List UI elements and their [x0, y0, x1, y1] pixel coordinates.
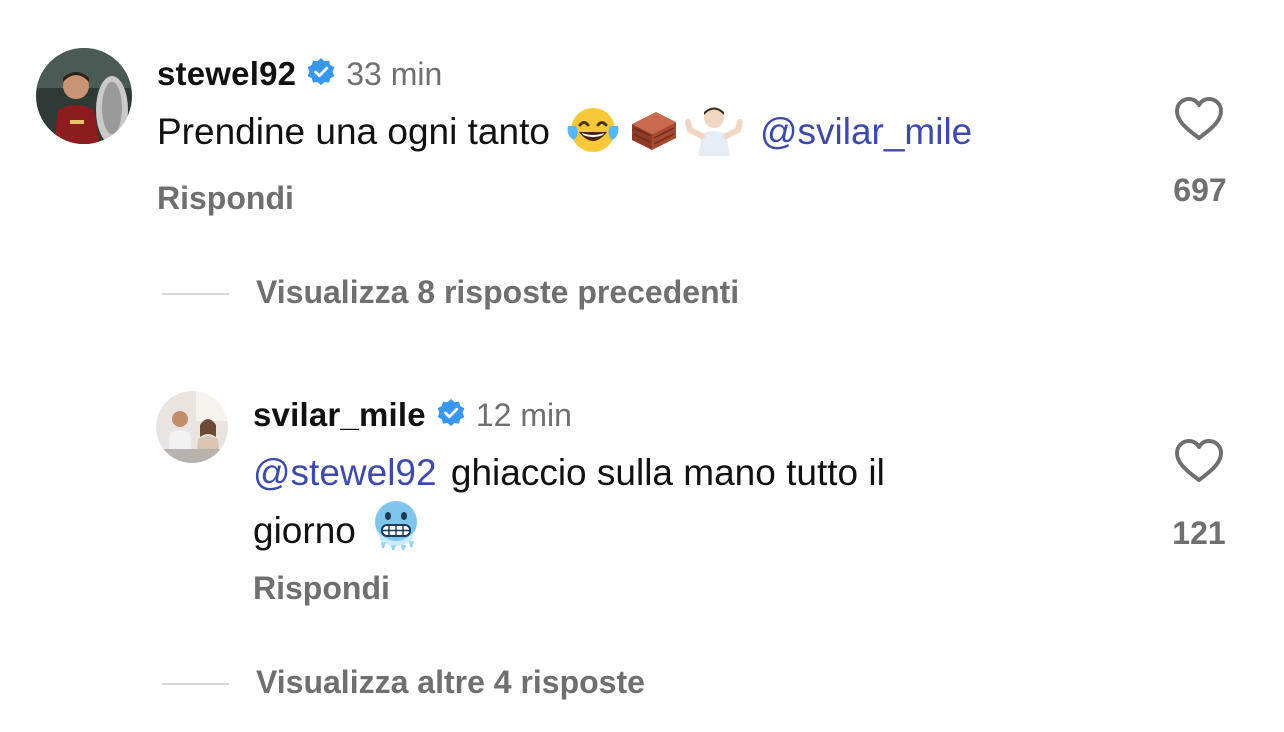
- view-more-replies-button[interactable]: Visualizza altre 4 risposte: [256, 664, 645, 701]
- like-heart-icon[interactable]: [1174, 438, 1224, 489]
- view-previous-replies-button[interactable]: Visualizza 8 risposte precedenti: [256, 274, 739, 311]
- mention-link[interactable]: @stewel92: [253, 452, 437, 493]
- reply-button[interactable]: Rispondi: [253, 570, 390, 607]
- comment-time: 12 min: [475, 396, 572, 433]
- laughing-tears-emoji: [566, 104, 620, 161]
- username-stewel92[interactable]: stewel92: [157, 55, 296, 93]
- avatar-stewel92[interactable]: [36, 48, 132, 144]
- like-count: 121: [1172, 515, 1226, 551]
- brick-emoji: [626, 104, 680, 161]
- cold-face-emoji: [370, 498, 422, 563]
- verified-badge-icon: [436, 398, 466, 433]
- comment-text-line2: giorno: [253, 509, 356, 551]
- like-heart-icon[interactable]: [1174, 96, 1224, 147]
- comment-text-line1: ghiaccio sulla mano tutto il: [450, 452, 885, 493]
- reply-button[interactable]: Rispondi: [157, 180, 294, 217]
- mention-link[interactable]: @svilar_mile: [760, 111, 972, 153]
- comment-time: 33 min: [346, 55, 443, 92]
- verified-badge-icon: [306, 57, 336, 92]
- divider-line: [162, 683, 229, 685]
- divider-line: [162, 293, 229, 295]
- shrug-emoji: [684, 104, 744, 161]
- comment-text: Prendine una ogni tanto: [157, 111, 550, 152]
- avatar-svilar-mile[interactable]: [156, 391, 228, 463]
- username-svilar-mile[interactable]: svilar_mile: [253, 396, 426, 434]
- like-count: 697: [1173, 172, 1227, 208]
